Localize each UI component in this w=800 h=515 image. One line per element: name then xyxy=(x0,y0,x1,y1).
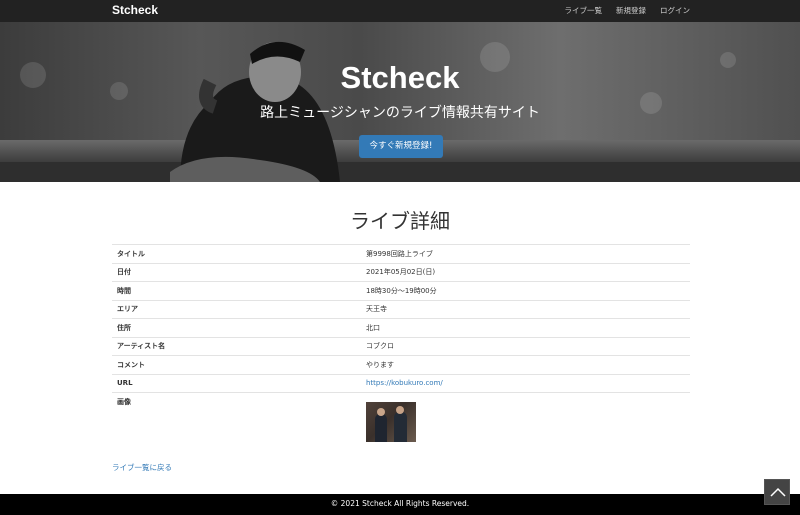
chevron-up-icon xyxy=(770,487,786,497)
table-row-url: URL https://kobukuro.com/ xyxy=(112,374,690,393)
table-row: 住所 北口 xyxy=(112,318,690,338)
page-title: ライブ詳細 xyxy=(350,209,450,233)
row-label: 住所 xyxy=(117,323,131,332)
nav-link-login[interactable]: ログイン xyxy=(660,5,690,16)
image-label: 画像 xyxy=(117,398,131,406)
row-value: 18時30分〜19時00分 xyxy=(366,286,437,295)
row-label: コメント xyxy=(117,360,145,369)
nav-links: ライブ一覧 新規登録 ログイン xyxy=(565,5,691,16)
footer-copyright: © 2021 Stcheck All Rights Reserved. xyxy=(330,499,470,508)
row-label: タイトル xyxy=(117,249,145,258)
signup-cta-button[interactable]: 今すぐ新規登録! xyxy=(359,135,443,158)
nav-link-live-list[interactable]: ライブ一覧 xyxy=(565,5,603,16)
hero-banner: Stcheck 路上ミュージシャンのライブ情報共有サイト 今すぐ新規登録! xyxy=(0,22,800,182)
row-value: 第9998回路上ライブ xyxy=(366,249,433,258)
row-label: 日付 xyxy=(117,268,131,277)
url-label: URL xyxy=(117,379,133,388)
brand-logo[interactable]: Stcheck xyxy=(112,3,158,17)
row-label: アーティスト名 xyxy=(117,342,166,351)
table-row: アーティスト名 コブクロ xyxy=(112,337,690,356)
row-value: やります xyxy=(366,360,394,369)
table-row-image: 画像 xyxy=(112,392,690,453)
table-row: コメント やります xyxy=(112,355,690,375)
row-label: エリア xyxy=(117,305,138,314)
hero-ground xyxy=(0,162,800,182)
nav-link-signup[interactable]: 新規登録 xyxy=(616,5,646,16)
row-value: コブクロ xyxy=(366,342,394,351)
row-value: 天王寺 xyxy=(366,305,387,314)
live-photo-thumbnail[interactable] xyxy=(366,402,416,442)
scroll-to-top-button[interactable] xyxy=(764,479,790,505)
table-row: エリア 天王寺 xyxy=(112,300,690,319)
footer: © 2021 Stcheck All Rights Reserved. xyxy=(0,494,800,515)
back-to-list-link[interactable]: ライブ一覧に戻る xyxy=(112,462,172,473)
row-value: 北口 xyxy=(366,323,380,332)
table-row: タイトル 第9998回路上ライブ xyxy=(112,244,690,264)
row-value: 2021年05月02日(日) xyxy=(366,268,436,277)
hero-subtitle: 路上ミュージシャンのライブ情報共有サイト xyxy=(260,105,540,121)
table-row: 日付 2021年05月02日(日) xyxy=(112,263,690,282)
table-row: 時間 18時30分〜19時00分 xyxy=(112,281,690,301)
row-label: 時間 xyxy=(117,286,131,295)
live-detail-table: タイトル 第9998回路上ライブ 日付 2021年05月02日(日) 時間 18… xyxy=(112,244,690,453)
hero-title: Stcheck xyxy=(340,60,460,95)
image-cell xyxy=(361,393,690,453)
url-cell: https://kobukuro.com/ xyxy=(361,374,690,393)
artist-url-link[interactable]: https://kobukuro.com/ xyxy=(366,379,443,387)
navbar: Stcheck ライブ一覧 新規登録 ログイン xyxy=(0,0,800,22)
